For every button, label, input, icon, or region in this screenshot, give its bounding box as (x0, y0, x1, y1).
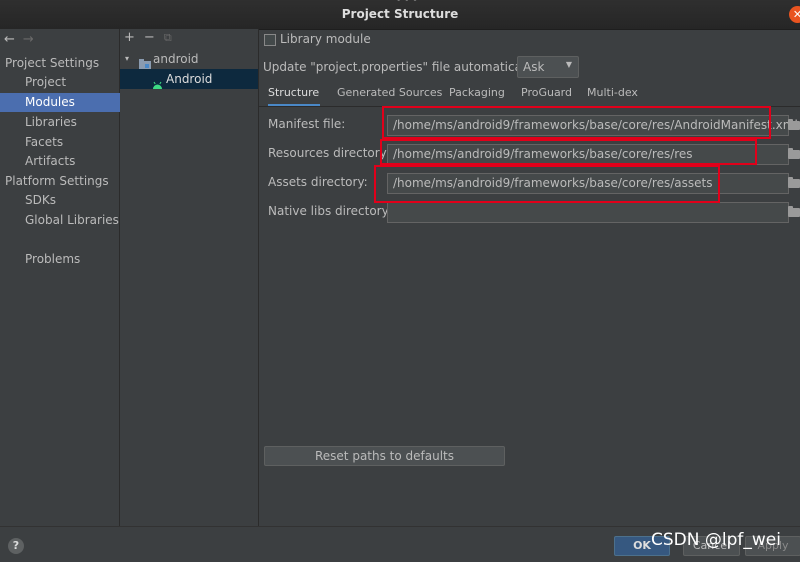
close-icon[interactable]: ✕ (789, 6, 800, 23)
module-settings-pane: Library module Update "project.propertie… (259, 29, 800, 526)
folder-icon[interactable] (788, 119, 800, 130)
nav-arrows: ← → (4, 32, 42, 47)
native-libs-directory-field[interactable] (387, 202, 789, 223)
drag-handle-icon: • • • (396, 0, 418, 6)
tab-structure[interactable]: Structure (268, 82, 320, 107)
native-libs-directory-label: Native libs directory: (268, 204, 392, 218)
help-icon[interactable]: ? (8, 538, 24, 554)
android-icon (152, 74, 163, 94)
forward-arrow-icon[interactable]: → (23, 32, 34, 47)
library-module-label: Library module (280, 32, 371, 46)
reset-paths-button[interactable]: Reset paths to defaults (264, 446, 505, 466)
assets-directory-label: Assets directory: (268, 175, 368, 189)
module-tree-pane: + − ⧉ ▾ android Android (120, 29, 259, 526)
folder-icon[interactable] (788, 206, 800, 217)
tab-generated-sources[interactable]: Generated Sources (337, 82, 442, 104)
highlight-box-assets (374, 165, 720, 203)
manifest-file-label: Manifest file: (268, 117, 346, 131)
module-toolbar: + − ⧉ (124, 30, 181, 45)
library-module-checkbox[interactable] (264, 34, 276, 46)
tree-node-label: android (153, 52, 199, 66)
tree-node-android[interactable]: ▾ android (120, 49, 258, 69)
sidebar-section-platform-settings: Platform Settings (5, 174, 109, 188)
folder-icon[interactable] (788, 177, 800, 188)
update-properties-select[interactable]: Ask ▼ (517, 56, 579, 78)
title-bar: • • • Project Structure ✕ (0, 0, 800, 30)
highlight-box-resources (380, 139, 757, 165)
highlight-box-manifest (382, 106, 771, 139)
tab-packaging[interactable]: Packaging (449, 82, 505, 104)
tab-bar: Structure Generated Sources Packaging Pr… (259, 82, 800, 107)
update-properties-label: Update "project.properties" file automat… (263, 60, 539, 74)
chevron-down-icon[interactable]: ▾ (125, 49, 129, 69)
sidebar-section-project-settings: Project Settings (5, 56, 100, 70)
add-icon[interactable]: + (124, 30, 135, 45)
copy-icon[interactable]: ⧉ (164, 31, 172, 44)
watermark: CSDN @lpf_wei (651, 530, 781, 550)
tab-proguard[interactable]: ProGuard (521, 82, 572, 104)
select-value: Ask (523, 60, 545, 74)
remove-icon[interactable]: − (144, 30, 155, 45)
resources-directory-label: Resources directory: (268, 146, 390, 160)
settings-sidebar: ← → Project Settings Project Modules Libr… (0, 29, 144, 526)
chevron-down-icon: ▼ (565, 60, 572, 69)
tab-multi-dex[interactable]: Multi-dex (587, 82, 638, 104)
dialog-footer: ? OK Cancel Apply CSDN @lpf_wei (0, 526, 800, 562)
tree-node-android-facet[interactable]: Android (120, 69, 258, 89)
tree-node-label: Android (166, 72, 213, 86)
back-arrow-icon[interactable]: ← (4, 32, 15, 47)
window-title: Project Structure (341, 7, 459, 21)
folder-icon[interactable] (788, 148, 800, 159)
